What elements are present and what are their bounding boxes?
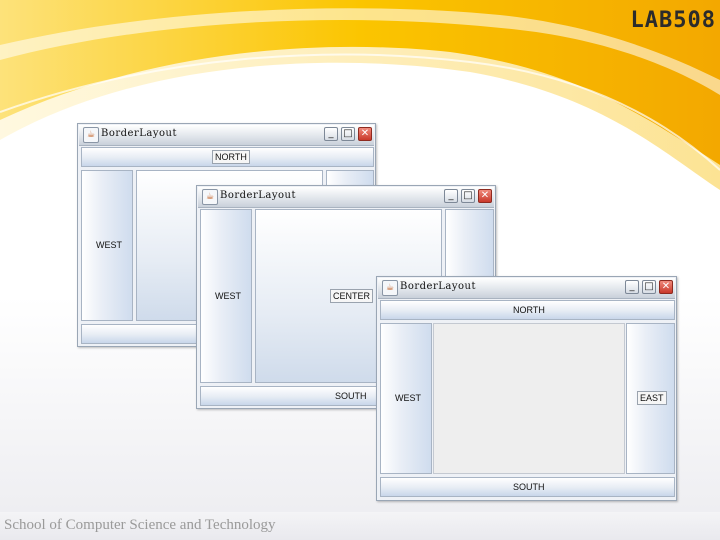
west-label: WEST	[215, 291, 241, 301]
west-label: WEST	[96, 240, 122, 250]
north-button[interactable]: NORTH	[81, 147, 374, 167]
title-bar[interactable]: ☕ BorderLayout _ □ ✕	[198, 187, 494, 208]
maximize-button[interactable]: □	[341, 127, 355, 141]
west-button[interactable]: WEST	[200, 209, 252, 383]
minimize-button[interactable]: _	[324, 127, 338, 141]
center-label: CENTER	[330, 289, 374, 303]
west-button[interactable]: WEST	[380, 323, 432, 474]
maximize-button[interactable]: □	[642, 280, 656, 294]
close-button[interactable]: ✕	[358, 127, 372, 141]
east-button[interactable]: EAST	[626, 323, 675, 474]
minimize-button[interactable]: _	[625, 280, 639, 294]
footer-text: School of Computer Science and Technolog…	[4, 517, 276, 533]
west-button[interactable]: WEST	[81, 170, 133, 321]
east-label: EAST	[637, 391, 667, 405]
window-title: BorderLayout	[220, 190, 296, 201]
borderlayout-window-3[interactable]: ☕ BorderLayout _ □ ✕ NORTH WEST EAST SOU…	[376, 276, 677, 501]
minimize-button[interactable]: _	[444, 189, 458, 203]
window-title: BorderLayout	[101, 128, 177, 139]
title-bar[interactable]: ☕ BorderLayout _ □ ✕	[79, 125, 374, 146]
south-button[interactable]: SOUTH	[380, 477, 675, 497]
center-panel[interactable]	[433, 323, 625, 474]
close-button[interactable]: ✕	[478, 189, 492, 203]
north-label: NORTH	[212, 150, 250, 164]
java-cup-icon: ☕	[202, 189, 218, 205]
north-label: NORTH	[513, 305, 545, 315]
title-bar[interactable]: ☕ BorderLayout _ □ ✕	[378, 278, 675, 299]
close-button[interactable]: ✕	[659, 280, 673, 294]
window-title: BorderLayout	[400, 281, 476, 292]
south-label: SOUTH	[335, 391, 367, 401]
java-cup-icon: ☕	[382, 280, 398, 296]
maximize-button[interactable]: □	[461, 189, 475, 203]
north-button[interactable]: NORTH	[380, 300, 675, 320]
brand-logo: LAB508	[630, 8, 716, 33]
south-label: SOUTH	[513, 482, 545, 492]
java-cup-icon: ☕	[83, 127, 99, 143]
west-label: WEST	[395, 393, 421, 403]
